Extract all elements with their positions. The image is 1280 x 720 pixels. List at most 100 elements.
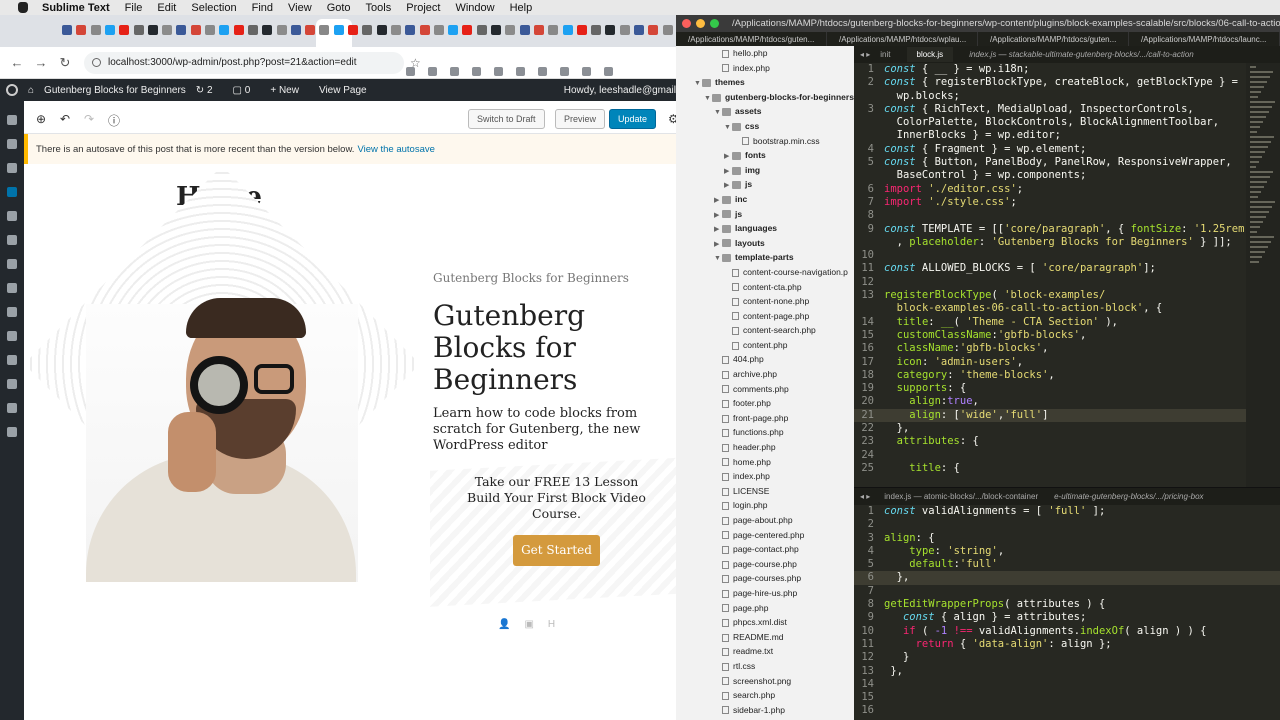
sidebar-item[interactable]: ▶ js: [676, 177, 854, 192]
code-line[interactable]: 16 className:'gbfb-blocks',: [854, 342, 1280, 355]
extension-icon[interactable]: [428, 67, 437, 76]
sidebar-item[interactable]: page.php: [676, 601, 854, 616]
settings-gear-icon[interactable]: ⚙: [668, 112, 676, 126]
window-tab[interactable]: /Applications/MAMP/htdocs/launc...: [1129, 32, 1280, 46]
code-line[interactable]: 1 const validAlignments = [ 'full' ];: [854, 505, 1280, 518]
sidebar-item[interactable]: ▶ layouts: [676, 236, 854, 251]
sidebar-item[interactable]: content-none.php: [676, 294, 854, 309]
code-line[interactable]: 22 },: [854, 422, 1280, 435]
sidebar-item[interactable]: ▼ template-parts: [676, 250, 854, 265]
zoom-window-icon[interactable]: [710, 19, 719, 28]
code-line[interactable]: 5 const { Button, PanelBody, PanelRow, Re…: [854, 156, 1280, 169]
browser-tab-favicon[interactable]: [634, 25, 644, 35]
view-autosave-link[interactable]: View the autosave: [357, 144, 434, 155]
sidebar-item[interactable]: comments.php: [676, 382, 854, 397]
browser-tab-favicon[interactable]: [162, 25, 173, 35]
admin-menu-icon[interactable]: [7, 379, 17, 389]
minimize-window-icon[interactable]: [696, 19, 705, 28]
forward-icon[interactable]: →: [32, 55, 50, 70]
code-line[interactable]: ColorPalette, BlockControls, BlockAlignm…: [854, 116, 1280, 129]
code-line[interactable]: 2: [854, 518, 1280, 531]
browser-tab-favicon[interactable]: [390, 25, 401, 35]
code-line[interactable]: 13 registerBlockType( 'block-examples/: [854, 289, 1280, 302]
sidebar-item[interactable]: 404.php: [676, 352, 854, 367]
code-line[interactable]: 4 const { Fragment } = wp.element;: [854, 143, 1280, 156]
browser-tab-favicon[interactable]: [190, 25, 201, 35]
sidebar-item[interactable]: page-hire-us.php: [676, 586, 854, 601]
browser-tab-favicon[interactable]: [591, 25, 602, 35]
redo-icon[interactable]: ↷: [84, 112, 94, 126]
browser-tab-favicon[interactable]: [305, 25, 316, 35]
menu-item[interactable]: Help: [510, 2, 533, 14]
sidebar-item[interactable]: ▼ assets: [676, 104, 854, 119]
admin-menu-icon[interactable]: [7, 331, 17, 341]
sidebar-item[interactable]: footer.php: [676, 396, 854, 411]
sidebar-item[interactable]: page-courses.php: [676, 571, 854, 586]
browser-tab-favicon[interactable]: [662, 25, 673, 35]
browser-tab-favicon[interactable]: [433, 25, 444, 35]
code-line[interactable]: 25 title: {: [854, 462, 1280, 475]
sidebar-item[interactable]: rtl.css: [676, 659, 854, 674]
browser-tab-favicon[interactable]: [619, 25, 630, 35]
sidebar-item[interactable]: page-about.php: [676, 513, 854, 528]
sidebar-item[interactable]: LICENSE: [676, 484, 854, 499]
get-started-button[interactable]: Get Started: [513, 535, 600, 566]
menu-item[interactable]: Project: [406, 2, 440, 14]
browser-tab-favicon[interactable]: [62, 25, 72, 35]
menu-item[interactable]: Edit: [157, 2, 176, 14]
browser-tab-favicon[interactable]: [104, 25, 115, 35]
sidebar-item[interactable]: ▼ gutenberg-blocks-for-beginners: [676, 90, 854, 105]
code-line[interactable]: BaseControl } = wp.components;: [854, 169, 1280, 182]
sidebar-item[interactable]: functions.php: [676, 425, 854, 440]
admin-menu-icon[interactable]: [7, 427, 17, 437]
code-line[interactable]: 7: [854, 585, 1280, 598]
add-block-icon[interactable]: ⊕: [36, 112, 46, 126]
sidebar-item[interactable]: home.php: [676, 455, 854, 470]
tab-arrows-icon[interactable]: ◂ ▸: [860, 492, 870, 501]
howdy-user[interactable]: Howdy, leeshadle@gmail: [564, 85, 676, 96]
sidebar-item[interactable]: content-cta.php: [676, 280, 854, 295]
browser-tab-favicon[interactable]: [562, 25, 573, 35]
code-line[interactable]: 2 const { registerBlockType, createBlock,…: [854, 76, 1280, 89]
minimap[interactable]: [1246, 63, 1280, 496]
cta-card-text[interactable]: Take our FREE 13 Lesson Build Your First…: [464, 474, 649, 522]
code-line[interactable]: 11 return { 'data-align': align };: [854, 638, 1280, 651]
pane-tab[interactable]: index.js — stackable-ultimate-gutenberg-…: [969, 50, 1194, 59]
sidebar-item[interactable]: ▼ themes: [676, 75, 854, 90]
code-line[interactable]: 8 getEditWrapperProps( attributes ) {: [854, 598, 1280, 611]
preview-button[interactable]: Preview: [555, 109, 606, 129]
code-line[interactable]: 21 align: ['wide','full']: [854, 408, 1280, 423]
sidebar-item[interactable]: README.md: [676, 630, 854, 645]
sidebar-item[interactable]: archive.php: [676, 367, 854, 382]
code-line[interactable]: 20 align:true,: [854, 395, 1280, 408]
admin-menu-icon[interactable]: [7, 283, 17, 293]
code-line[interactable]: 19 supports: {: [854, 382, 1280, 395]
comments-count[interactable]: ▢ 0: [233, 85, 261, 96]
sidebar-item[interactable]: index.php: [676, 469, 854, 484]
sidebar-item[interactable]: ▶ fonts: [676, 148, 854, 163]
browser-tab-favicon[interactable]: [648, 25, 659, 35]
sidebar-item[interactable]: ▶ js: [676, 207, 854, 222]
extension-icon[interactable]: [516, 67, 525, 76]
admin-menu-icon[interactable]: [7, 187, 17, 197]
extension-icon[interactable]: [450, 67, 459, 76]
admin-menu-icon[interactable]: [7, 235, 17, 245]
site-name-link[interactable]: Gutenberg Blocks for Beginners: [44, 85, 186, 96]
code-line[interactable]: 24: [854, 449, 1280, 462]
close-window-icon[interactable]: [682, 19, 691, 28]
browser-tab-favicon[interactable]: [491, 25, 501, 35]
browser-tab-favicon[interactable]: [605, 25, 616, 35]
browser-tab-favicon[interactable]: [176, 25, 187, 35]
browser-tab-favicon[interactable]: [133, 25, 144, 35]
sidebar-item[interactable]: ▼ css: [676, 119, 854, 134]
code-line[interactable]: 4 type: 'string',: [854, 545, 1280, 558]
menu-item[interactable]: Tools: [366, 2, 392, 14]
menu-item[interactable]: Goto: [327, 2, 351, 14]
reload-icon[interactable]: ↻: [56, 55, 74, 71]
code-line[interactable]: 7 import './style.css';: [854, 196, 1280, 209]
browser-tab-favicon[interactable]: [76, 25, 87, 35]
browser-tab-favicon[interactable]: [462, 25, 473, 35]
code-line[interactable]: 3 align: {: [854, 532, 1280, 545]
browser-tab-favicon[interactable]: [262, 25, 273, 35]
extension-icon[interactable]: [538, 67, 547, 76]
